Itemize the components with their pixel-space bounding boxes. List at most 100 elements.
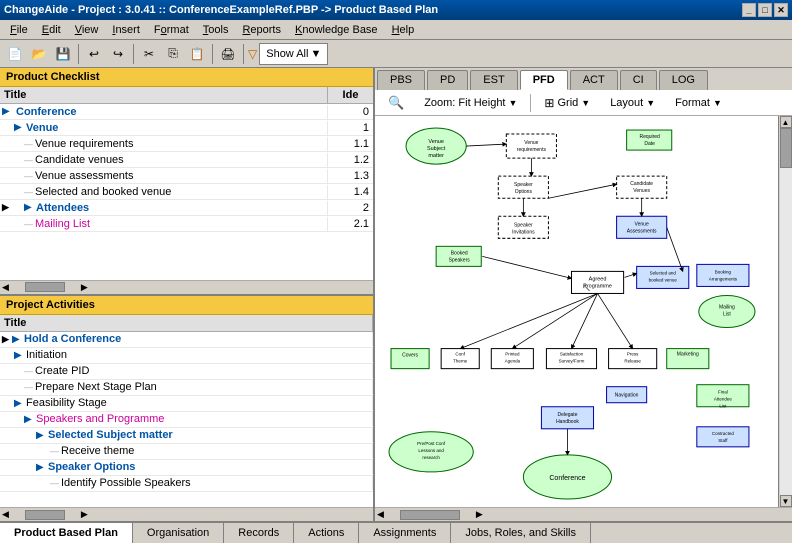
format-button[interactable]: Format ▼	[668, 94, 729, 112]
hscroll-left[interactable]: ◀	[0, 509, 11, 520]
menu-view[interactable]: View	[69, 22, 105, 38]
show-all-button[interactable]: Show All ▼	[259, 43, 328, 65]
tab-pbs[interactable]: PBS	[377, 70, 425, 90]
menu-knowledge-base[interactable]: Knowledge Base	[289, 22, 384, 38]
menu-edit[interactable]: Edit	[36, 22, 67, 38]
node-label: Selected and booked venue	[35, 186, 171, 198]
toolbar-undo[interactable]: ↩	[83, 43, 105, 65]
grid-button[interactable]: ⊞ Grid ▼	[537, 93, 597, 113]
format-dropdown-icon: ▼	[713, 98, 722, 108]
grid-label: Grid	[557, 97, 578, 109]
svg-text:Invitations: Invitations	[512, 229, 535, 235]
scroll-up-button[interactable]: ▲	[780, 116, 792, 128]
tree-row[interactable]: ▶ Initiation	[0, 348, 373, 364]
maximize-button[interactable]: □	[758, 3, 772, 17]
project-activities-body[interactable]: ▶ ▶ Hold a Conference ▶ Initiation	[0, 332, 373, 508]
hscroll-thumb[interactable]	[25, 510, 65, 520]
status-tab-organisation[interactable]: Organisation	[133, 523, 224, 543]
layout-button[interactable]: Layout ▼	[603, 94, 662, 112]
tab-pd[interactable]: PD	[427, 70, 468, 90]
menu-tools[interactable]: Tools	[197, 22, 235, 38]
menu-insert[interactable]: Insert	[106, 22, 146, 38]
expand-icon: ▶	[14, 122, 24, 133]
hscroll-right[interactable]: ▶	[474, 509, 485, 520]
close-button[interactable]: ✕	[774, 3, 788, 17]
status-tab-product-based-plan[interactable]: Product Based Plan	[0, 523, 133, 543]
menu-reports[interactable]: Reports	[236, 22, 287, 38]
tab-ci[interactable]: CI	[620, 70, 657, 90]
scroll-down-button[interactable]: ▼	[780, 495, 792, 507]
svg-text:Satisfaction: Satisfaction	[560, 352, 584, 357]
hscroll-thumb[interactable]	[25, 282, 65, 292]
hscroll-right[interactable]: ▶	[79, 282, 90, 293]
tree-cell-title: ▶ Attendees	[10, 201, 328, 215]
tree-row[interactable]: ▶ ▶ Hold a Conference	[0, 332, 373, 348]
product-checklist-body[interactable]: ▶ Conference 0 ▶ Venue 1 —	[0, 104, 373, 280]
toolbar-copy[interactable]: ⎘	[162, 43, 184, 65]
tab-pfd[interactable]: PFD	[520, 70, 568, 90]
hscroll-thumb[interactable]	[400, 510, 460, 520]
zoom-search-button[interactable]: 🔍	[381, 92, 411, 114]
hscroll-left[interactable]: ◀	[375, 509, 386, 520]
status-tab-assignments[interactable]: Assignments	[359, 523, 451, 543]
tree-row[interactable]: — Selected and booked venue 1.4	[0, 184, 373, 200]
hscroll-left[interactable]: ◀	[0, 282, 11, 293]
zoom-fit-button[interactable]: Zoom: Fit Height ▼	[417, 94, 524, 112]
tree-row[interactable]: — Candidate venues 1.2	[0, 152, 373, 168]
toolbar-print[interactable]: 🖨	[217, 43, 239, 65]
hscroll-right[interactable]: ▶	[79, 509, 90, 520]
node-label: Feasibility Stage	[26, 397, 107, 409]
title-bar: ChangeAide - Project : 3.0.41 :: Confere…	[0, 0, 792, 20]
toolbar-paste[interactable]: 📋	[186, 43, 208, 65]
toolbar-new[interactable]: 📄	[4, 43, 26, 65]
minimize-button[interactable]: _	[742, 3, 756, 17]
node-label: Candidate venues	[35, 154, 124, 166]
status-tab-records[interactable]: Records	[224, 523, 294, 543]
expand-icon: ▶	[14, 398, 24, 409]
diagram-canvas[interactable]: Venue Subject matter Venue requirements …	[375, 116, 778, 507]
tab-act[interactable]: ACT	[570, 70, 618, 90]
tree-row[interactable]: ▶ Feasibility Stage	[0, 396, 373, 412]
tree-row[interactable]: — Venue requirements 1.1	[0, 136, 373, 152]
tree-cell-id: 2	[328, 201, 373, 215]
diagram-hscroll[interactable]: ◀ ▶	[375, 507, 792, 521]
menu-format[interactable]: Format	[148, 22, 195, 38]
tree-row[interactable]: — Create PID	[0, 364, 373, 380]
product-checklist-hscroll[interactable]: ◀ ▶	[0, 280, 373, 294]
activities-hscroll[interactable]: ◀ ▶	[0, 507, 373, 521]
tree-row[interactable]: ▶ Venue 1	[0, 120, 373, 136]
tab-est[interactable]: EST	[470, 70, 517, 90]
left-panel: Product Checklist Title Ide ▶ Conference…	[0, 68, 375, 521]
toolbar-redo[interactable]: ↪	[107, 43, 129, 65]
tree-cell-title: ▶ Feasibility Stage	[0, 396, 373, 410]
toolbar-sep-2	[133, 44, 134, 64]
menu-help[interactable]: Help	[386, 22, 421, 38]
tree-row[interactable]: ▶ Speakers and Programme	[0, 412, 373, 428]
menu-file[interactable]: File	[4, 22, 34, 38]
scroll-track[interactable]	[780, 128, 792, 495]
dash-icon: —	[24, 187, 33, 197]
svg-text:Pre/Post Conf: Pre/Post Conf	[417, 441, 446, 446]
node-label: Identify Possible Speakers	[61, 477, 191, 489]
tree-row[interactable]: — Venue assessments 1.3	[0, 168, 373, 184]
status-tab-jobs-roles[interactable]: Jobs, Roles, and Skills	[451, 523, 591, 543]
vertical-scrollbar[interactable]: ▲ ▼	[778, 116, 792, 507]
tree-row[interactable]: ▶ Speaker Options	[0, 460, 373, 476]
tree-row[interactable]: — Identify Possible Speakers	[0, 476, 373, 492]
status-tab-actions[interactable]: Actions	[294, 523, 359, 543]
toolbar-cut[interactable]: ✂	[138, 43, 160, 65]
svg-text:Speaker: Speaker	[514, 222, 533, 228]
tree-row[interactable]: ▶ Selected Subject matter	[0, 428, 373, 444]
tree-row[interactable]: — Receive theme	[0, 444, 373, 460]
scroll-thumb[interactable]	[780, 128, 792, 168]
tree-row[interactable]: ▶ Conference 0	[0, 104, 373, 120]
tab-log[interactable]: LOG	[659, 70, 708, 90]
tree-row[interactable]: — Mailing List 2.1	[0, 216, 373, 232]
tree-row[interactable]: — Prepare Next Stage Plan	[0, 380, 373, 396]
dash-icon: —	[24, 171, 33, 181]
toolbar-save[interactable]: 💾	[52, 43, 74, 65]
toolbar-open[interactable]: 📂	[28, 43, 50, 65]
tree-cell-id: 0	[328, 105, 373, 119]
node-label: Speaker Options	[48, 461, 135, 473]
tree-row[interactable]: ▶ ▶ Attendees 2	[0, 200, 373, 216]
